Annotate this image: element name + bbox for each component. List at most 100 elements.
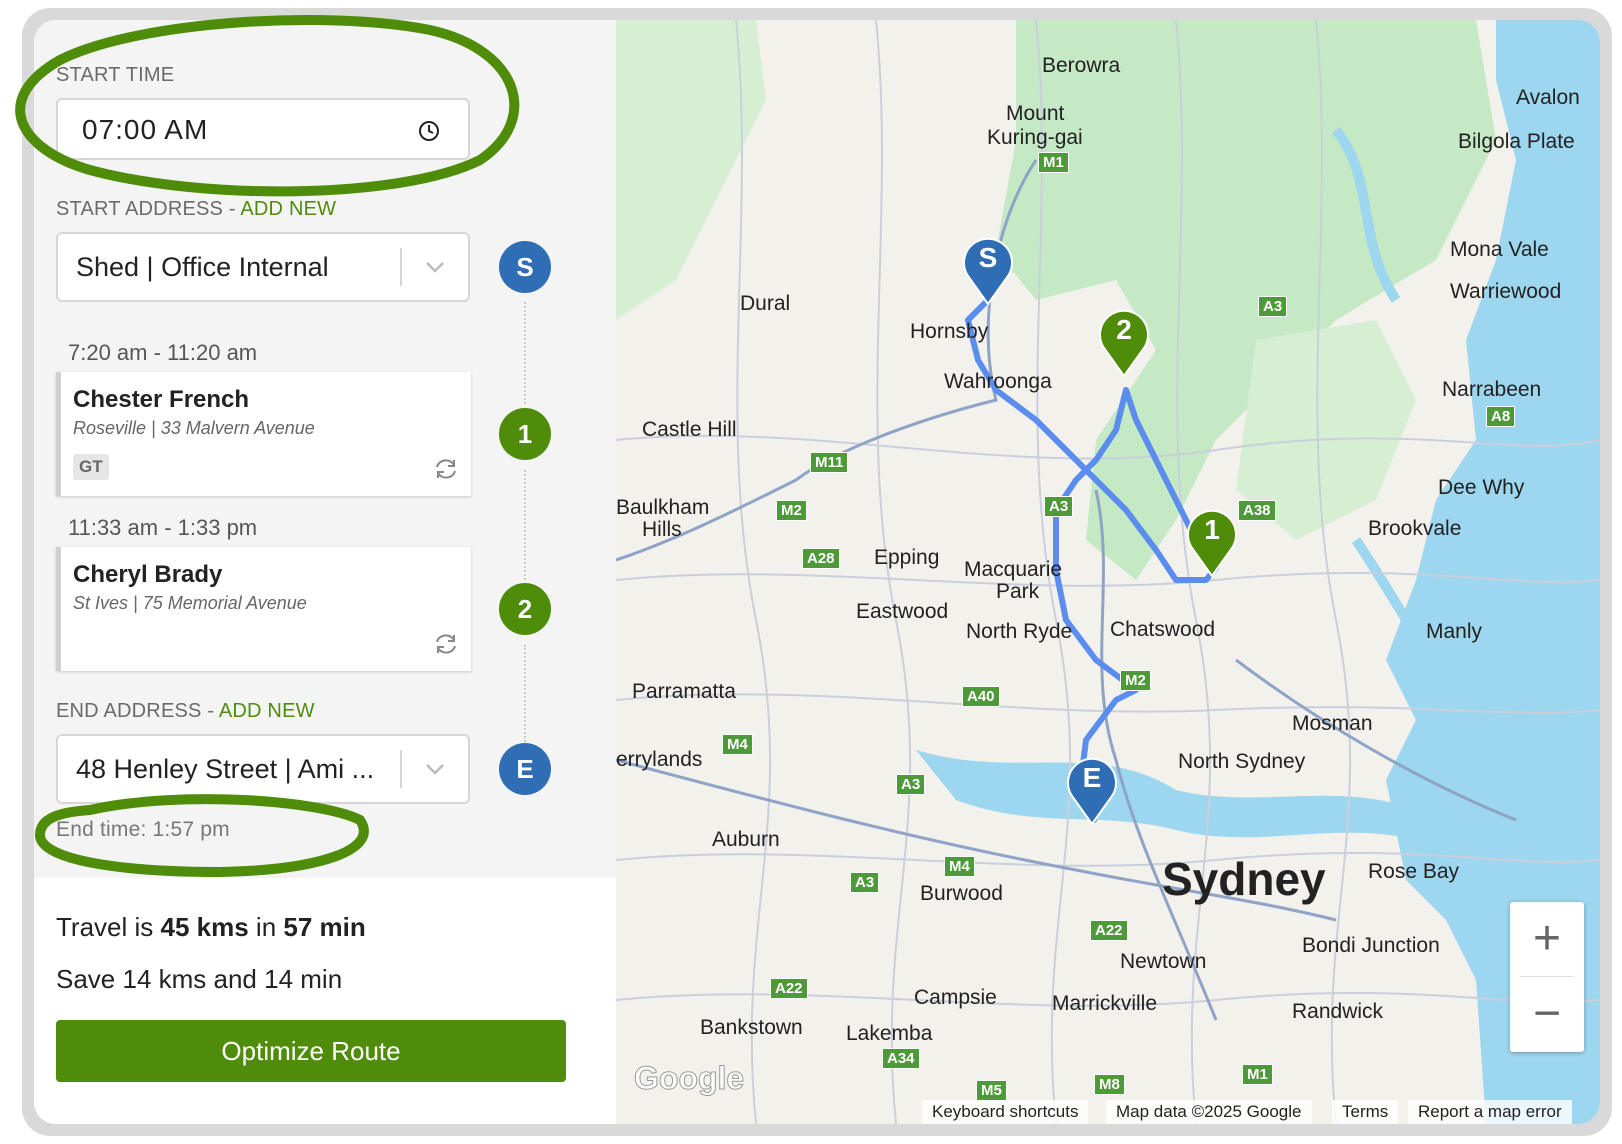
stop-card-1[interactable]: Chester French Roseville | 33 Malvern Av… bbox=[56, 372, 471, 496]
connector-line bbox=[524, 645, 526, 745]
start-address-select[interactable]: Shed | Office Internal bbox=[56, 232, 470, 302]
place-label: Macquarie bbox=[964, 558, 1063, 581]
place-label: Marrickville bbox=[1052, 992, 1157, 1015]
map-data-attribution: Map data ©2025 Google bbox=[1106, 1100, 1312, 1124]
place-label: Newtown bbox=[1120, 950, 1207, 973]
chevron-down-icon[interactable] bbox=[422, 756, 448, 782]
end-address-select[interactable]: 48 Henley Street | Ami ... bbox=[56, 734, 470, 804]
place-label: Dee Why bbox=[1438, 476, 1525, 499]
map-pin-stop-1-label: 1 bbox=[1204, 514, 1220, 545]
road-shield: A34 bbox=[882, 1048, 920, 1069]
map-pin-start-label: S bbox=[978, 242, 998, 273]
report-map-error-link[interactable]: Report a map error bbox=[1408, 1100, 1572, 1124]
zoom-in-button[interactable]: + bbox=[1510, 902, 1584, 976]
google-logo[interactable]: Google bbox=[633, 1060, 744, 1097]
end-address-value: 48 Henley Street | Ami ... bbox=[76, 754, 375, 784]
park-area bbox=[616, 20, 766, 320]
sync-icon[interactable] bbox=[433, 458, 459, 480]
travel-mid: in bbox=[248, 912, 284, 942]
place-label: Berowra bbox=[1042, 54, 1121, 77]
place-label: Auburn bbox=[712, 828, 780, 851]
end-add-new-link[interactable]: ADD NEW bbox=[219, 700, 315, 722]
stop-1-address: Roseville | 33 Malvern Avenue bbox=[73, 418, 315, 438]
map-pin-end-label: E bbox=[1082, 762, 1102, 793]
stop-2-time: 11:33 am - 1:33 pm bbox=[68, 515, 258, 540]
end-address-label: END ADDRESS - ADD NEW bbox=[56, 700, 315, 723]
place-label: Baulkham bbox=[616, 496, 710, 519]
stop-2-badge: 2 bbox=[499, 583, 551, 635]
map-view[interactable]: Berowra Mount Kuring-gai Avalon Bilgola … bbox=[616, 20, 1600, 1124]
sync-icon[interactable] bbox=[433, 633, 459, 655]
road-shield: A3 bbox=[1258, 296, 1288, 317]
connector-line bbox=[524, 302, 526, 404]
road-shield: M1 bbox=[1038, 152, 1069, 173]
start-time-label: START TIME bbox=[56, 64, 175, 86]
start-add-new-link[interactable]: ADD NEW bbox=[240, 198, 336, 220]
start-badge: S bbox=[499, 241, 551, 293]
place-label: Wahroonga bbox=[944, 370, 1052, 393]
place-label: Mosman bbox=[1292, 712, 1373, 735]
zoom-out-button[interactable]: − bbox=[1510, 977, 1584, 1051]
route-summary: Travel is 45 kms in 57 min Save 14 kms a… bbox=[34, 878, 616, 1124]
road-shield: M1 bbox=[1242, 1064, 1273, 1085]
place-label: Eastwood bbox=[856, 600, 949, 623]
place-label: Chatswood bbox=[1110, 618, 1216, 641]
stop-1-name: Chester French bbox=[73, 386, 250, 413]
road-shield: A8 bbox=[1486, 406, 1516, 427]
city-label: Sydney bbox=[1162, 853, 1326, 905]
road-shield: A38 bbox=[1238, 500, 1276, 521]
stop-1-badge: 1 bbox=[499, 408, 551, 460]
end-badge: E bbox=[499, 743, 551, 795]
place-label: Park bbox=[996, 580, 1040, 603]
road-shield: M11 bbox=[810, 452, 849, 473]
keyboard-shortcuts-link[interactable]: Keyboard shortcuts bbox=[922, 1100, 1089, 1124]
stop-1-time: 7:20 am - 11:20 am bbox=[68, 340, 258, 365]
stop-card-2[interactable]: Cheryl Brady St Ives | 75 Memorial Avenu… bbox=[56, 547, 471, 671]
place-label: Brookvale bbox=[1368, 517, 1462, 540]
clock-icon[interactable] bbox=[418, 120, 440, 142]
place-label: Bilgola Plate bbox=[1458, 130, 1575, 153]
place-label: Randwick bbox=[1292, 1000, 1384, 1023]
place-label: Narrabeen bbox=[1442, 378, 1542, 401]
road-shield: A22 bbox=[770, 978, 808, 999]
road-shield: M4 bbox=[722, 734, 753, 755]
start-address-label-text: START ADDRESS - bbox=[56, 198, 241, 220]
place-label: North Ryde bbox=[966, 620, 1073, 643]
travel-distance: 45 kms bbox=[160, 912, 249, 942]
route-panel: START TIME 07:00 AM START ADDRESS - ADD … bbox=[34, 20, 617, 1124]
road-shield: A22 bbox=[1090, 920, 1128, 941]
place-label: Hornsby bbox=[910, 320, 989, 343]
app-window: START TIME 07:00 AM START ADDRESS - ADD … bbox=[34, 20, 1600, 1124]
chevron-down-icon[interactable] bbox=[422, 254, 448, 280]
place-label: Epping bbox=[874, 546, 940, 569]
connector-line bbox=[524, 470, 526, 580]
place-label: Dural bbox=[740, 292, 791, 315]
place-label: Lakemba bbox=[846, 1022, 933, 1045]
place-label: Mona Vale bbox=[1450, 238, 1549, 261]
end-time-text: End time: 1:57 pm bbox=[56, 818, 230, 841]
travel-duration: 57 min bbox=[283, 912, 366, 942]
end-address-label-text: END ADDRESS - bbox=[56, 700, 219, 722]
zoom-control: + − bbox=[1510, 902, 1584, 1052]
place-label: Warriewood bbox=[1450, 280, 1562, 303]
place-label: errylands bbox=[616, 748, 703, 771]
place-label: Bondi Junction bbox=[1302, 934, 1440, 957]
optimize-route-button[interactable]: Optimize Route bbox=[56, 1020, 566, 1082]
road-shield: M2 bbox=[1120, 670, 1151, 691]
map-canvas[interactable] bbox=[616, 20, 1600, 1124]
start-time-input[interactable]: 07:00 AM bbox=[56, 98, 470, 160]
place-label: Mount bbox=[1006, 102, 1065, 125]
terms-link[interactable]: Terms bbox=[1332, 1100, 1399, 1124]
road-shield: M2 bbox=[776, 500, 807, 521]
place-label: Kuring-gai bbox=[987, 126, 1083, 149]
road-shield: A3 bbox=[896, 774, 926, 795]
place-label: North Sydney bbox=[1178, 750, 1306, 773]
travel-prefix: Travel is bbox=[56, 912, 161, 942]
stop-2-name: Cheryl Brady bbox=[73, 561, 223, 588]
start-time-value: 07:00 AM bbox=[82, 114, 209, 145]
road-shield: A3 bbox=[1044, 496, 1074, 517]
road-shield: A40 bbox=[962, 686, 1000, 707]
savings-text: Save 14 kms and 14 min bbox=[56, 964, 343, 994]
start-address-value: Shed | Office Internal bbox=[76, 252, 329, 282]
place-label: Campsie bbox=[914, 986, 997, 1009]
